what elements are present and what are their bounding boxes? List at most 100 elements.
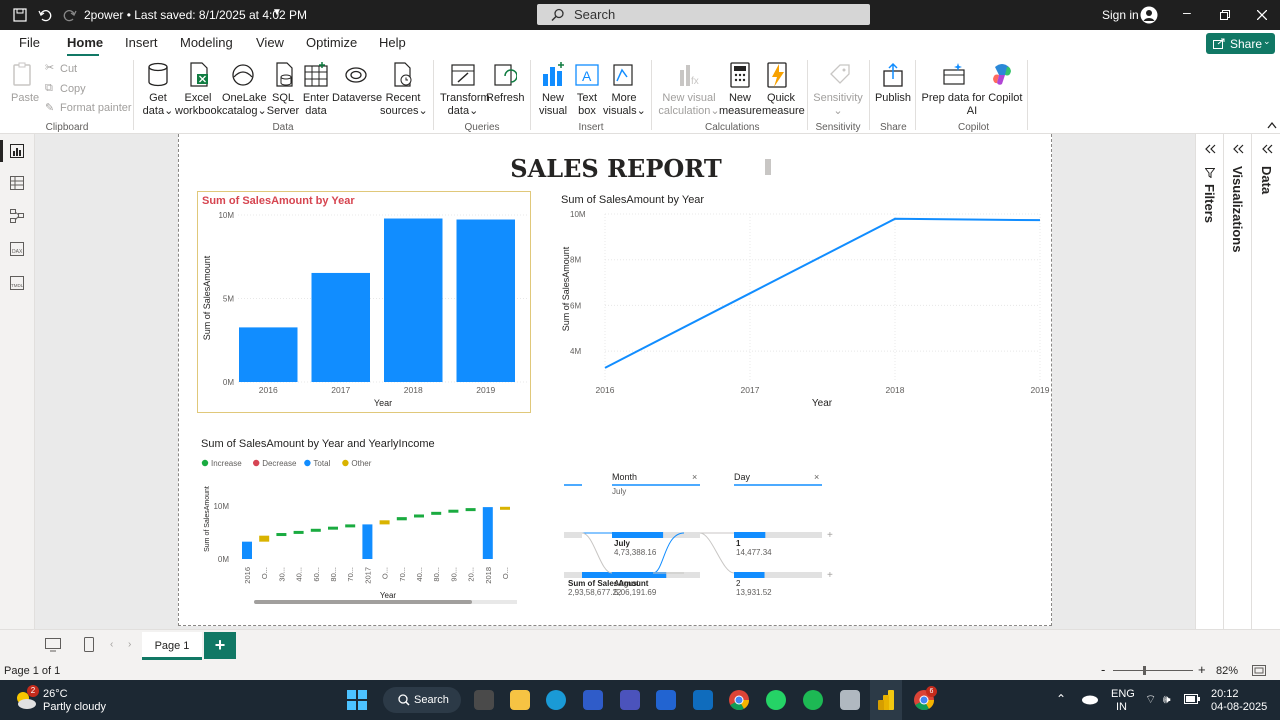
region-label[interactable]: IN [1116, 701, 1127, 713]
zoom-slider-thumb[interactable] [1143, 666, 1146, 675]
redo-icon[interactable] [63, 8, 77, 22]
visualizations-pane[interactable]: Visualizations [1223, 134, 1251, 629]
user-avatar-icon[interactable] [1140, 6, 1158, 24]
new-measure-label: New [728, 92, 751, 104]
filters-pane[interactable]: Filters [1195, 134, 1223, 629]
prev-page-icon[interactable]: ‹ [110, 639, 113, 650]
new-visual-calculation-button[interactable]: New visual calculation⌄ [657, 92, 721, 118]
expand-filters-icon[interactable] [1204, 144, 1216, 154]
task-view-icon[interactable] [474, 690, 494, 710]
tab-file[interactable]: File [19, 35, 40, 50]
title-dropdown-chevron-icon[interactable]: ▼ [272, 7, 282, 18]
spotify-icon[interactable] [803, 690, 823, 710]
sql-server-button[interactable]: SQL Server [266, 92, 300, 118]
close-icon[interactable] [1257, 10, 1267, 20]
waterfall-chart-visual[interactable]: Sum of SalesAmount by Year and YearlyInc… [197, 434, 517, 609]
sign-in-link[interactable]: Sign in [1102, 8, 1139, 22]
add-page-button[interactable]: + [204, 632, 236, 659]
minimize-icon[interactable]: – [1183, 4, 1191, 20]
report-view-icon[interactable] [10, 144, 24, 158]
copilot-icon[interactable] [990, 62, 1014, 88]
weather-temp[interactable]: 26°C [43, 688, 68, 700]
cut-button[interactable]: Cut [60, 63, 77, 76]
app-icon[interactable] [840, 690, 860, 710]
table-view-icon[interactable] [10, 176, 24, 190]
next-page-icon[interactable]: › [128, 639, 131, 650]
outlook-icon[interactable] [693, 690, 713, 710]
active-view-indicator [0, 140, 3, 162]
share-button[interactable]: Share ⌄ [1206, 33, 1275, 54]
copy-button[interactable]: Copy [60, 83, 86, 96]
refresh-button[interactable]: Refresh [486, 92, 525, 105]
excel-workbook-button[interactable]: Excel workbook [175, 92, 222, 118]
store-icon[interactable] [583, 690, 603, 710]
tab-insert[interactable]: Insert [125, 35, 158, 50]
maximize-icon[interactable] [1220, 10, 1230, 20]
tab-help[interactable]: Help [379, 35, 406, 50]
sensitivity-button[interactable]: Sensitivity ⌄ [812, 92, 864, 118]
format-painter-button[interactable]: Format painter [60, 102, 132, 115]
weather-desc[interactable]: Partly cloudy [43, 701, 106, 713]
clock-time[interactable]: 20:12 [1211, 688, 1239, 700]
tab-home[interactable]: Home [67, 35, 103, 50]
enter-data-button[interactable]: Enter data [301, 92, 331, 118]
whatsapp-icon[interactable] [766, 690, 786, 710]
teams-icon[interactable] [620, 690, 640, 710]
tab-view[interactable]: View [256, 35, 284, 50]
fit-to-page-icon[interactable] [1252, 665, 1266, 676]
search-input[interactable]: Search [537, 4, 870, 25]
tab-modeling[interactable]: Modeling [180, 35, 233, 50]
zoom-slider[interactable] [1113, 670, 1193, 671]
new-visual-button[interactable]: New visual [538, 92, 568, 118]
level-header: Month [612, 472, 637, 482]
clock-date[interactable]: 04-08-2025 [1211, 701, 1267, 713]
bar-chart-visual[interactable]: Sum of SalesAmount by Year 0M 5M 10M 2016 20… [197, 191, 531, 413]
battery-icon[interactable] [1184, 694, 1200, 704]
tmdl-view-icon[interactable]: TMDL [10, 276, 24, 290]
decomposition-tree-visual[interactable]: 🔒Year2016Month×JulyDay×Sum of SalesAmoun… [564, 464, 1044, 609]
chrome-icon[interactable] [729, 690, 749, 710]
language-label[interactable]: ENG [1111, 688, 1135, 700]
publish-button[interactable]: Publish [874, 92, 912, 105]
zoom-app-icon[interactable] [656, 690, 676, 710]
desktop-layout-icon[interactable] [45, 638, 61, 652]
more-visuals-button[interactable]: More visuals⌄ [603, 92, 646, 118]
dax-query-view-icon[interactable]: DAX [10, 242, 24, 256]
tab-optimize[interactable]: Optimize [306, 35, 357, 50]
save-icon[interactable] [13, 8, 27, 22]
volume-icon[interactable]: 🕪 [1163, 692, 1171, 707]
wifi-icon[interactable]: ⌔ [1145, 692, 1156, 707]
taskbar-search[interactable]: Search [383, 687, 461, 713]
data-pane[interactable]: Data [1251, 134, 1280, 629]
windows-start-icon[interactable] [347, 690, 367, 710]
model-view-icon[interactable] [10, 209, 24, 223]
zoom-out-button[interactable]: - [1101, 662, 1105, 677]
zoom-in-button[interactable]: + [1198, 662, 1206, 677]
edge-icon[interactable] [546, 690, 566, 710]
text-box-button[interactable]: Text box [573, 92, 601, 118]
onelake-catalog-button[interactable]: OneLake catalog⌄ [222, 92, 267, 118]
prep-data-copilot-button[interactable]: Prep data for Copilot AI [920, 92, 1024, 118]
x-tick-label: 20... [467, 567, 476, 582]
expand-data-icon[interactable] [1261, 144, 1273, 154]
paste-button[interactable]: Paste [11, 92, 39, 105]
more-visuals-label-2: visuals [603, 105, 637, 117]
recent-sources-button[interactable]: Recent sources⌄ [380, 92, 428, 118]
expand-visualizations-icon[interactable] [1232, 144, 1244, 154]
undo-icon[interactable] [38, 8, 52, 22]
mobile-layout-icon[interactable] [84, 637, 94, 652]
dataverse-button[interactable]: Dataverse [332, 92, 382, 105]
power-bi-icon[interactable] [877, 690, 895, 710]
get-data-label-2: data [142, 105, 165, 117]
collapse-ribbon-icon[interactable] [1267, 121, 1277, 129]
line-chart-visual[interactable]: Sum of SalesAmount by Year 4M 6M 8M 10M 2016… [557, 191, 1057, 413]
onedrive-icon[interactable] [1080, 693, 1098, 705]
quick-measure-button[interactable]: Quick measure [762, 92, 805, 118]
get-data-button[interactable]: Get data⌄ [140, 92, 176, 118]
show-hidden-icons[interactable]: ⌃ [1056, 692, 1066, 706]
file-explorer-icon[interactable] [510, 690, 530, 710]
page-tab[interactable]: Page 1 [142, 632, 202, 660]
transform-data-button[interactable]: Transform data⌄ [440, 92, 490, 118]
new-measure-button[interactable]: New measure [719, 92, 762, 118]
legend-marker [201, 459, 209, 467]
